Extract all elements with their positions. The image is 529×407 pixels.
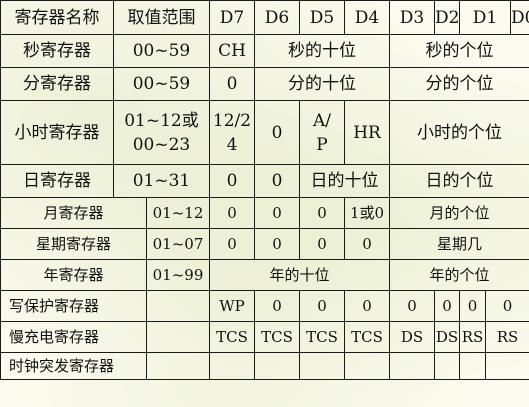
- row-clock-burst: 时钟突发寄存器: [0, 352, 529, 380]
- week-ones: 星期几: [388, 228, 529, 260]
- charge-d2: DS: [434, 321, 460, 353]
- row-week: 星期寄存器 01~07 0 0 0 0 星期几: [0, 228, 529, 260]
- month-name: 月寄存器: [0, 197, 147, 229]
- register-table: 寄存器名称 取值范围 D7 D6 D5 D4 D3 D2 D1 D0 秒寄存器 …: [0, 0, 529, 380]
- year-range: 01~99: [146, 259, 210, 291]
- day-d7: 0: [209, 164, 255, 198]
- hour-range-line2: 00~23: [132, 134, 191, 155]
- charge-d6: TCS: [254, 321, 300, 353]
- hour-d6: 0: [254, 100, 300, 165]
- hour-ones: 小时的个位: [388, 100, 529, 165]
- header-row: 寄存器名称 取值范围 D7 D6 D5 D4 D3 D2 D1 D0: [0, 0, 529, 35]
- week-d4: 0: [344, 228, 390, 260]
- header-d3: D3: [389, 0, 435, 35]
- charge-d5: TCS: [299, 321, 345, 353]
- day-d6: 0: [254, 164, 300, 198]
- day-tens: 日的十位: [299, 164, 390, 198]
- week-d5: 0: [299, 228, 345, 260]
- wp-d0: 0: [484, 290, 529, 322]
- month-range: 01~12: [146, 197, 210, 229]
- hour-d5: A/P: [299, 100, 345, 165]
- sec-range: 00~59: [113, 34, 210, 68]
- charge-name: 慢充电寄存器: [0, 321, 147, 353]
- hour-range-line1: 01~12或: [124, 110, 199, 131]
- year-name: 年寄存器: [0, 259, 147, 291]
- header-d6: D6: [254, 0, 300, 35]
- wp-d1: 0: [459, 290, 486, 322]
- min-range: 00~59: [113, 67, 210, 101]
- row-trickle-charge: 慢充电寄存器 TCS TCS TCS TCS DS DS RS RS: [0, 321, 529, 353]
- week-d7: 0: [209, 228, 255, 260]
- wp-d2: 0: [434, 290, 460, 322]
- sec-ones: 秒的个位: [388, 34, 529, 68]
- row-seconds: 秒寄存器 00~59 CH 秒的十位 秒的个位: [0, 34, 529, 68]
- burst-d4: [344, 352, 390, 380]
- month-d5: 0: [299, 197, 345, 229]
- month-ones: 月的个位: [388, 197, 529, 229]
- burst-d1: [459, 352, 486, 380]
- row-hours: 小时寄存器 01~12或 00~23 12/24 0 A/P HR 小时的个位: [0, 100, 529, 165]
- row-write-protect: 写保护寄存器 WP 0 0 0 0 0 0 0: [0, 290, 529, 322]
- week-d6: 0: [254, 228, 300, 260]
- sec-name: 秒寄存器: [0, 34, 114, 68]
- year-tens: 年的十位: [209, 259, 390, 291]
- burst-d6: [254, 352, 300, 380]
- burst-d2: [434, 352, 460, 380]
- hour-d7: 12/24: [209, 100, 255, 165]
- wp-d7: WP: [209, 290, 255, 322]
- min-d7: 0: [209, 67, 255, 101]
- row-minutes: 分寄存器 00~59 0 分的十位 分的个位: [0, 67, 529, 101]
- week-range: 01~07: [146, 228, 210, 260]
- burst-d3: [389, 352, 435, 380]
- burst-d5: [299, 352, 345, 380]
- day-ones: 日的个位: [388, 164, 529, 198]
- month-d6: 0: [254, 197, 300, 229]
- charge-d7: TCS: [209, 321, 255, 353]
- charge-range: [146, 321, 210, 353]
- month-d7: 0: [209, 197, 255, 229]
- wp-range: [146, 290, 210, 322]
- hour-d4: HR: [344, 100, 390, 165]
- burst-d0: [484, 352, 529, 380]
- charge-d3: DS: [389, 321, 435, 353]
- min-name: 分寄存器: [0, 67, 114, 101]
- burst-name: 时钟突发寄存器: [0, 352, 147, 380]
- week-name: 星期寄存器: [0, 228, 147, 260]
- row-year: 年寄存器 01~99 年的十位 年的个位: [0, 259, 529, 291]
- sec-d7: CH: [209, 34, 255, 68]
- charge-d4: TCS: [344, 321, 390, 353]
- wp-d6: 0: [254, 290, 300, 322]
- min-ones: 分的个位: [388, 67, 529, 101]
- hour-range: 01~12或 00~23: [113, 100, 210, 165]
- header-d0: D0: [510, 0, 529, 35]
- sec-tens: 秒的十位: [254, 34, 390, 68]
- header-name: 寄存器名称: [0, 0, 114, 35]
- year-ones: 年的个位: [388, 259, 529, 291]
- wp-d5: 0: [299, 290, 345, 322]
- day-name: 日寄存器: [0, 164, 114, 198]
- header-d4: D4: [344, 0, 390, 35]
- burst-range: [146, 352, 210, 380]
- wp-name: 写保护寄存器: [0, 290, 147, 322]
- register-table-figure: 寄存器名称 取值范围 D7 D6 D5 D4 D3 D2 D1 D0 秒寄存器 …: [0, 0, 529, 407]
- hour-name: 小时寄存器: [0, 100, 114, 165]
- wp-d3: 0: [389, 290, 435, 322]
- header-d2: D2: [434, 0, 460, 35]
- header-d1: D1: [458, 0, 512, 35]
- header-range: 取值范围: [113, 0, 210, 35]
- min-tens: 分的十位: [254, 67, 390, 101]
- charge-d0: RS: [484, 321, 529, 353]
- header-d7: D7: [209, 0, 255, 35]
- day-range: 01~31: [113, 164, 210, 198]
- charge-d1: RS: [459, 321, 486, 353]
- wp-d4: 0: [344, 290, 390, 322]
- row-month: 月寄存器 01~12 0 0 0 1或0 月的个位: [0, 197, 529, 229]
- month-d4: 1或0: [344, 197, 390, 229]
- header-d5: D5: [299, 0, 345, 35]
- burst-d7: [209, 352, 255, 380]
- row-day: 日寄存器 01~31 0 0 日的十位 日的个位: [0, 164, 529, 198]
